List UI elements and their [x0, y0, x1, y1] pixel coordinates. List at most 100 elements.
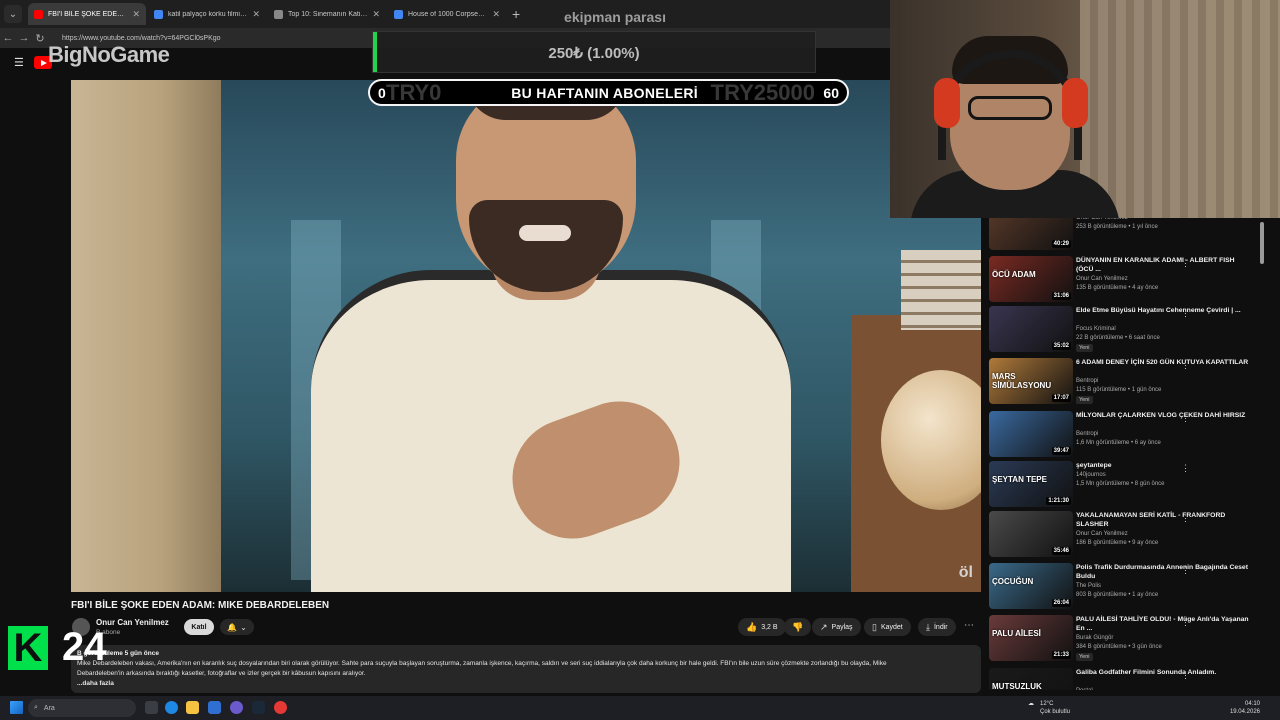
reload-icon[interactable]: ↻ — [32, 32, 48, 45]
recommendation-title[interactable]: DÜNYANIN EN KARANLIK ADAMI - ALBERT FISH… — [1076, 256, 1252, 274]
new-badge: Yeni — [1076, 344, 1093, 352]
recommendation-title[interactable]: 6 ADAMI DENEY İÇİN 520 GÜN KUTUYA KAPATT… — [1076, 358, 1252, 367]
recommendation-item[interactable]: ÖCÜ ADAM 31:06 DÜNYANIN EN KARANLIK ADAMI … — [985, 256, 1255, 304]
recommendation-channel[interactable]: Onur Can Yenilmez — [1076, 276, 1128, 282]
recommendation-item[interactable]: ŞEYTAN TEPE 1:21:30 şeytantepe 140journos 1,… — [985, 461, 1255, 509]
video-thumbnail[interactable]: ÖCÜ ADAM 31:06 — [989, 256, 1073, 302]
thumbnail-text: ŞEYTAN TEPE — [992, 475, 1047, 484]
recommendation-item[interactable]: PALU AİLESİ 21:33 PALU AİLESİ TAHLİYE OLDU… — [985, 615, 1255, 663]
subs-ghost-left: TRY0 — [386, 80, 442, 105]
download-button[interactable]: ⤓ İndir — [918, 618, 956, 636]
edge-icon[interactable] — [165, 701, 178, 714]
taskbar-search[interactable]: ⌕ Ara — [28, 699, 136, 717]
more-options-icon[interactable]: ⋮ — [1181, 670, 1190, 681]
store-icon[interactable] — [208, 701, 221, 714]
description-line-2: Debardeleben'in arkasında bıraktığı kase… — [77, 670, 366, 677]
more-options-icon[interactable]: ⋮ — [1181, 308, 1190, 319]
video-player[interactable]: öl — [71, 80, 981, 592]
join-button[interactable]: Katıl — [184, 619, 214, 635]
more-options-icon[interactable]: ⋮ — [1181, 617, 1190, 628]
duration-badge: 17:07 — [1051, 394, 1071, 402]
recommendation-meta: 186 B görüntüleme • 9 ay önce — [1076, 540, 1159, 546]
like-button[interactable]: 👍 3,2 B — [738, 618, 786, 636]
tab-favicon-icon — [34, 9, 43, 19]
chrome-icon[interactable] — [274, 701, 287, 714]
save-label: Kaydet — [880, 623, 903, 631]
scrollbar-thumb[interactable] — [1260, 222, 1264, 264]
recommendation-channel[interactable]: Bentropi — [1076, 378, 1098, 384]
recommendation-title[interactable]: Galiba Godfather Filmini Sonunda Anladım… — [1076, 668, 1252, 677]
recommendation-channel[interactable]: Postal — [1076, 688, 1093, 690]
recommendation-item[interactable]: 35:46 YAKALANAMAYAN SERİ KATİL - FRANKFOR… — [985, 511, 1255, 559]
video-thumbnail[interactable]: 35:46 — [989, 511, 1073, 557]
recommendation-item[interactable]: MUTSUZLUK Galiba Godfather Filmini Sonund… — [985, 668, 1255, 690]
video-thumbnail[interactable]: PALU AİLESİ 21:33 — [989, 615, 1073, 661]
more-options-icon[interactable]: ⋮ — [1181, 463, 1190, 474]
description-box[interactable]: B görüntüleme 5 gün önce Mike Debardeleb… — [71, 645, 981, 693]
recommendation-title[interactable]: Polis Trafik Durdurmasında Annenin Bagaj… — [1076, 563, 1252, 581]
back-icon[interactable]: ← — [0, 32, 16, 44]
description-line-1: Mike Debardeleben vakası, Amerika'nın en… — [77, 660, 887, 667]
recommendation-title[interactable]: Elde Etme Büyüsü Hayatını Cehenneme Çevi… — [1076, 306, 1252, 315]
recommendation-item[interactable]: MARS SİMÜLASYONU 17:07 6 ADAMI DENEY İÇİN … — [985, 358, 1255, 406]
weather-temp: 12°C — [1040, 701, 1054, 707]
share-button[interactable]: ↗ Paylaş — [812, 618, 861, 636]
forward-icon[interactable]: → — [16, 32, 32, 44]
video-thumbnail[interactable]: 40:29 — [989, 218, 1073, 250]
video-thumbnail[interactable]: MARS SİMÜLASYONU 17:07 — [989, 358, 1073, 404]
menu-icon[interactable]: ☰ — [14, 56, 26, 69]
recommendation-title[interactable]: PALU AİLESİ TAHLİYE OLDU! - Müge Anlı'da… — [1076, 615, 1252, 633]
dislike-button[interactable]: 👎 — [784, 618, 812, 636]
recommendation-channel[interactable]: 140journos — [1076, 472, 1106, 478]
show-more-link[interactable]: ...daha fazla — [77, 679, 975, 689]
system-clock[interactable]: 04:10 19.04.2026 — [1226, 700, 1260, 716]
url-field[interactable]: https://www.youtube.com/watch?v=64PGCl0s… — [62, 35, 221, 42]
more-options-icon[interactable]: ⋮ — [1181, 513, 1190, 524]
close-tab-icon[interactable]: ✕ — [132, 9, 140, 20]
notification-bell-button[interactable]: 🔔 ⌄ — [220, 619, 254, 635]
recommendation-item[interactable]: 35:02 Elde Etme Büyüsü Hayatını Cehenneme… — [985, 306, 1255, 354]
video-thumbnail[interactable]: 35:02 — [989, 306, 1073, 352]
recommendation-meta: 384 B görüntüleme • 3 gün önce — [1076, 644, 1162, 650]
video-thumbnail[interactable]: ÇOCUĞUN 26:04 — [989, 563, 1073, 609]
recommendation-item[interactable]: ÇOCUĞUN 26:04 Polis Trafik Durdurmasında A… — [985, 563, 1255, 611]
browser-tab[interactable]: katil palyaço korku filmi - Google ✕ — [148, 3, 266, 25]
recommendation-channel[interactable]: Onur Can Yenilmez — [1076, 218, 1128, 221]
new-badge: Yeni — [1076, 653, 1093, 661]
close-tab-icon[interactable]: ✕ — [372, 9, 380, 20]
tab-list-button[interactable]: ⌄ — [4, 5, 22, 23]
recommendations-list: 40:29 Onur Can Yenilmez 253 B görüntüleme … — [985, 218, 1255, 690]
browser-tab[interactable]: Top 10: Sinemanın Katil Palyaçoları ✕ — [268, 3, 386, 25]
more-options-icon[interactable]: ⋮ — [1181, 360, 1190, 371]
thumbnail-text: MARS SİMÜLASYONU — [992, 372, 1052, 390]
weather-widget[interactable]: ☁ 12°C Çok bulutlu — [1028, 700, 1070, 715]
like-count: 3,2 B — [761, 623, 778, 631]
more-actions-icon[interactable]: ⋯ — [964, 620, 974, 631]
save-button[interactable]: ▯ Kaydet — [864, 618, 911, 636]
close-tab-icon[interactable]: ✕ — [252, 9, 260, 20]
recommendation-channel[interactable]: Onur Can Yenilmez — [1076, 531, 1128, 537]
recommendation-item[interactable]: 39:47 MİLYONLAR ÇALARKEN VLOG ÇEKEN DAHİ … — [985, 411, 1255, 459]
file-explorer-icon[interactable] — [186, 701, 199, 714]
browser-tab[interactable]: FBI'I BİLE ŞOKE EDEN ADAM: MIK ✕ — [28, 3, 146, 25]
video-thumbnail[interactable]: MUTSUZLUK — [989, 668, 1073, 690]
more-options-icon[interactable]: ⋮ — [1181, 413, 1190, 424]
task-view-icon[interactable] — [145, 701, 158, 714]
recommendation-title[interactable]: YAKALANAMAYAN SERİ KATİL - FRANKFORD SLA… — [1076, 511, 1252, 529]
discord-icon[interactable] — [230, 701, 243, 714]
recommendation-channel[interactable]: Focus Kriminal — [1076, 326, 1116, 332]
windows-start-icon[interactable] — [10, 701, 23, 714]
recommendation-title[interactable]: şeytantepe — [1076, 461, 1252, 470]
recommendation-item[interactable]: 40:29 Onur Can Yenilmez 253 B görüntüleme … — [985, 218, 1255, 252]
recommendation-channel[interactable]: Bentropi — [1076, 431, 1098, 437]
more-options-icon[interactable]: ⋮ — [1181, 565, 1190, 576]
recommendation-meta: 115 B görüntüleme • 1 gün önce — [1076, 387, 1162, 393]
more-options-icon[interactable]: ⋮ — [1181, 258, 1190, 269]
video-thumbnail[interactable]: 39:47 — [989, 411, 1073, 457]
recommendation-title[interactable]: MİLYONLAR ÇALARKEN VLOG ÇEKEN DAHİ HIRSI… — [1076, 411, 1252, 420]
recommendation-channel[interactable]: Burak Güngör — [1076, 635, 1113, 641]
scrollbar-track[interactable] — [1258, 218, 1266, 692]
recommendation-channel[interactable]: The Polis — [1076, 583, 1101, 589]
steam-icon[interactable] — [252, 701, 265, 714]
video-thumbnail[interactable]: ŞEYTAN TEPE 1:21:30 — [989, 461, 1073, 507]
